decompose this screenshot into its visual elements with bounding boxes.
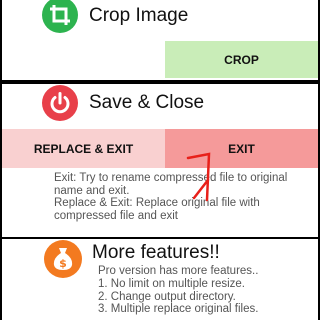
list-item: 2. Change output directory. bbox=[98, 290, 236, 303]
power-icon bbox=[42, 85, 78, 121]
exit-description: Exit: Try to rename compressed file to o… bbox=[54, 172, 288, 197]
list-item: 1. No limit on multiple resize. bbox=[98, 278, 245, 290]
more-features-section: $ More features!! Pro version has more f… bbox=[2, 239, 318, 320]
pro-version-description: Pro version has more features.. bbox=[98, 265, 259, 277]
feature-list: 1. No limit on multiple resize. 2. Chang… bbox=[98, 278, 258, 316]
crop-title: Crop Image bbox=[89, 5, 189, 26]
list-item: 3. Multiple replace original files. bbox=[98, 303, 259, 315]
more-features-title: More features!! bbox=[92, 242, 220, 263]
exit-button[interactable]: EXIT bbox=[165, 129, 318, 168]
money-bag-icon: $ bbox=[44, 240, 82, 278]
save-close-section: Save & Close REPLACE & EXIT EXIT Exit: T… bbox=[2, 84, 318, 237]
crop-section: Crop Image CROP bbox=[2, 0, 318, 80]
replace-exit-description: Replace & Exit: Replace original file wi… bbox=[54, 197, 260, 222]
replace-and-exit-button[interactable]: REPLACE & EXIT bbox=[2, 129, 165, 168]
crop-icon bbox=[42, 0, 78, 33]
save-close-title: Save & Close bbox=[89, 92, 205, 113]
crop-button[interactable]: CROP bbox=[165, 41, 318, 78]
svg-text:$: $ bbox=[59, 257, 67, 270]
